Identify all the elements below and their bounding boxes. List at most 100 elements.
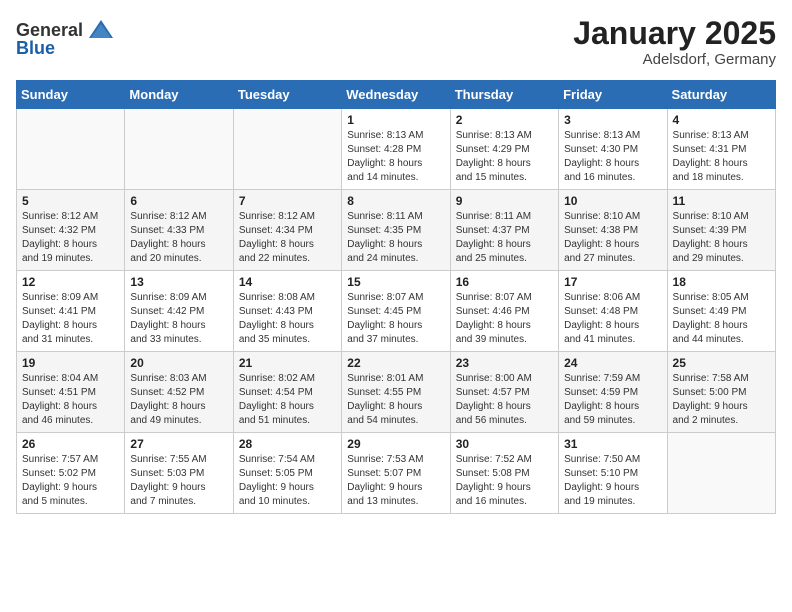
cell-line: and 37 minutes. xyxy=(347,334,418,345)
cell-line: and 16 minutes. xyxy=(564,172,635,183)
cell-line: Sunset: 4:39 PM xyxy=(673,225,747,236)
cell-line: Sunset: 4:54 PM xyxy=(239,387,313,398)
day-number: 27 xyxy=(130,437,227,451)
calendar-cell: 27 Sunrise: 7:55 AMSunset: 5:03 PMDayligh… xyxy=(125,433,233,514)
cell-line: Daylight: 8 hours xyxy=(347,158,422,169)
cell-content: Sunrise: 8:13 AMSunset: 4:28 PMDaylight:… xyxy=(347,129,444,185)
cell-line: and 14 minutes. xyxy=(347,172,418,183)
cell-line: Sunset: 4:41 PM xyxy=(22,306,96,317)
cell-content: Sunrise: 7:54 AMSunset: 5:05 PMDaylight:… xyxy=(239,453,336,509)
cell-line: and 56 minutes. xyxy=(456,415,527,426)
day-number: 2 xyxy=(456,113,553,127)
cell-content: Sunrise: 7:53 AMSunset: 5:07 PMDaylight:… xyxy=(347,453,444,509)
page-header: General Blue January 2025 Adelsdorf, Ger… xyxy=(16,16,776,68)
cell-line: and 13 minutes. xyxy=(347,496,418,507)
cell-line: and 16 minutes. xyxy=(456,496,527,507)
cell-line: Daylight: 9 hours xyxy=(673,401,748,412)
cell-line: Sunset: 5:07 PM xyxy=(347,468,421,479)
day-number: 17 xyxy=(564,275,661,289)
weekday-header: Friday xyxy=(559,81,667,109)
cell-line: Daylight: 8 hours xyxy=(130,239,205,250)
cell-content: Sunrise: 8:04 AMSunset: 4:51 PMDaylight:… xyxy=(22,372,119,428)
cell-line: Sunset: 5:08 PM xyxy=(456,468,530,479)
cell-line: Sunrise: 7:59 AM xyxy=(564,373,640,384)
calendar-week-row: 26 Sunrise: 7:57 AMSunset: 5:02 PMDayligh… xyxy=(17,433,776,514)
cell-line: Daylight: 8 hours xyxy=(130,320,205,331)
cell-content: Sunrise: 8:01 AMSunset: 4:55 PMDaylight:… xyxy=(347,372,444,428)
cell-line: and 22 minutes. xyxy=(239,253,310,264)
cell-content: Sunrise: 8:13 AMSunset: 4:29 PMDaylight:… xyxy=(456,129,553,185)
cell-line: Sunrise: 8:09 AM xyxy=(22,292,98,303)
cell-content: Sunrise: 7:50 AMSunset: 5:10 PMDaylight:… xyxy=(564,453,661,509)
cell-line: Sunset: 4:31 PM xyxy=(673,144,747,155)
calendar-cell: 17 Sunrise: 8:06 AMSunset: 4:48 PMDayligh… xyxy=(559,271,667,352)
cell-line: and 2 minutes. xyxy=(673,415,739,426)
day-number: 4 xyxy=(673,113,770,127)
calendar-cell: 29Sunrise: 7:53 AMSunset: 5:07 PMDayligh… xyxy=(342,433,450,514)
calendar-cell xyxy=(125,109,233,190)
cell-line: Sunrise: 8:07 AM xyxy=(456,292,532,303)
day-number: 26 xyxy=(22,437,119,451)
cell-line: Daylight: 9 hours xyxy=(564,482,639,493)
cell-line: Sunrise: 8:03 AM xyxy=(130,373,206,384)
cell-content: Sunrise: 8:03 AMSunset: 4:52 PMDaylight:… xyxy=(130,372,227,428)
cell-line: and 5 minutes. xyxy=(22,496,88,507)
calendar-cell: 31Sunrise: 7:50 AMSunset: 5:10 PMDayligh… xyxy=(559,433,667,514)
cell-line: and 29 minutes. xyxy=(673,253,744,264)
calendar-cell: 8Sunrise: 8:11 AMSunset: 4:35 PMDaylight… xyxy=(342,190,450,271)
calendar-cell: 16Sunrise: 8:07 AMSunset: 4:46 PMDayligh… xyxy=(450,271,558,352)
cell-line: Sunset: 4:45 PM xyxy=(347,306,421,317)
cell-line: Daylight: 8 hours xyxy=(347,239,422,250)
day-number: 6 xyxy=(130,194,227,208)
calendar-cell: 1Sunrise: 8:13 AMSunset: 4:28 PMDaylight… xyxy=(342,109,450,190)
cell-line: Daylight: 8 hours xyxy=(673,239,748,250)
cell-content: Sunrise: 8:06 AMSunset: 4:48 PMDaylight:… xyxy=(564,291,661,347)
cell-line: and 18 minutes. xyxy=(673,172,744,183)
cell-line: Sunset: 4:38 PM xyxy=(564,225,638,236)
cell-line: Daylight: 8 hours xyxy=(564,239,639,250)
cell-line: and 46 minutes. xyxy=(22,415,93,426)
cell-line: Sunrise: 8:13 AM xyxy=(456,130,532,141)
cell-line: Daylight: 8 hours xyxy=(564,401,639,412)
cell-content: Sunrise: 8:11 AMSunset: 4:35 PMDaylight:… xyxy=(347,210,444,266)
day-number: 13 xyxy=(130,275,227,289)
cell-line: Sunset: 4:55 PM xyxy=(347,387,421,398)
cell-line: Daylight: 8 hours xyxy=(456,401,531,412)
calendar-cell xyxy=(17,109,125,190)
cell-line: Sunrise: 7:57 AM xyxy=(22,454,98,465)
cell-content: Sunrise: 8:13 AMSunset: 4:31 PMDaylight:… xyxy=(673,129,770,185)
day-number: 14 xyxy=(239,275,336,289)
day-number: 22 xyxy=(347,356,444,370)
calendar-week-row: 5Sunrise: 8:12 AMSunset: 4:32 PMDaylight… xyxy=(17,190,776,271)
cell-line: Daylight: 8 hours xyxy=(22,320,97,331)
cell-content: Sunrise: 7:55 AMSunset: 5:03 PMDaylight:… xyxy=(130,453,227,509)
cell-line: Daylight: 8 hours xyxy=(239,239,314,250)
cell-line: Sunset: 4:28 PM xyxy=(347,144,421,155)
day-number: 11 xyxy=(673,194,770,208)
cell-line: Sunrise: 7:58 AM xyxy=(673,373,749,384)
calendar-cell: 20Sunrise: 8:03 AMSunset: 4:52 PMDayligh… xyxy=(125,352,233,433)
cell-line: Daylight: 8 hours xyxy=(456,320,531,331)
logo-text-blue: Blue xyxy=(16,38,55,59)
cell-line: Sunrise: 8:13 AM xyxy=(564,130,640,141)
cell-content: Sunrise: 7:59 AMSunset: 4:59 PMDaylight:… xyxy=(564,372,661,428)
day-number: 30 xyxy=(456,437,553,451)
month-title: January 2025 xyxy=(573,16,776,51)
cell-line: Daylight: 8 hours xyxy=(347,401,422,412)
cell-line: Daylight: 9 hours xyxy=(347,482,422,493)
cell-line: Sunrise: 8:12 AM xyxy=(130,211,206,222)
calendar-cell: 14Sunrise: 8:08 AMSunset: 4:43 PMDayligh… xyxy=(233,271,341,352)
cell-line: Sunset: 5:10 PM xyxy=(564,468,638,479)
cell-content: Sunrise: 7:57 AMSunset: 5:02 PMDaylight:… xyxy=(22,453,119,509)
calendar-cell: 6Sunrise: 8:12 AMSunset: 4:33 PMDaylight… xyxy=(125,190,233,271)
cell-line: Daylight: 9 hours xyxy=(239,482,314,493)
cell-content: Sunrise: 8:07 AMSunset: 4:46 PMDaylight:… xyxy=(456,291,553,347)
cell-line: Sunset: 4:29 PM xyxy=(456,144,530,155)
calendar-cell: 2Sunrise: 8:13 AMSunset: 4:29 PMDaylight… xyxy=(450,109,558,190)
cell-line: Daylight: 8 hours xyxy=(239,320,314,331)
cell-line: and 19 minutes. xyxy=(564,496,635,507)
cell-line: Sunset: 4:57 PM xyxy=(456,387,530,398)
day-number: 7 xyxy=(239,194,336,208)
calendar-cell: 11Sunrise: 8:10 AMSunset: 4:39 PMDayligh… xyxy=(667,190,775,271)
day-number: 9 xyxy=(456,194,553,208)
